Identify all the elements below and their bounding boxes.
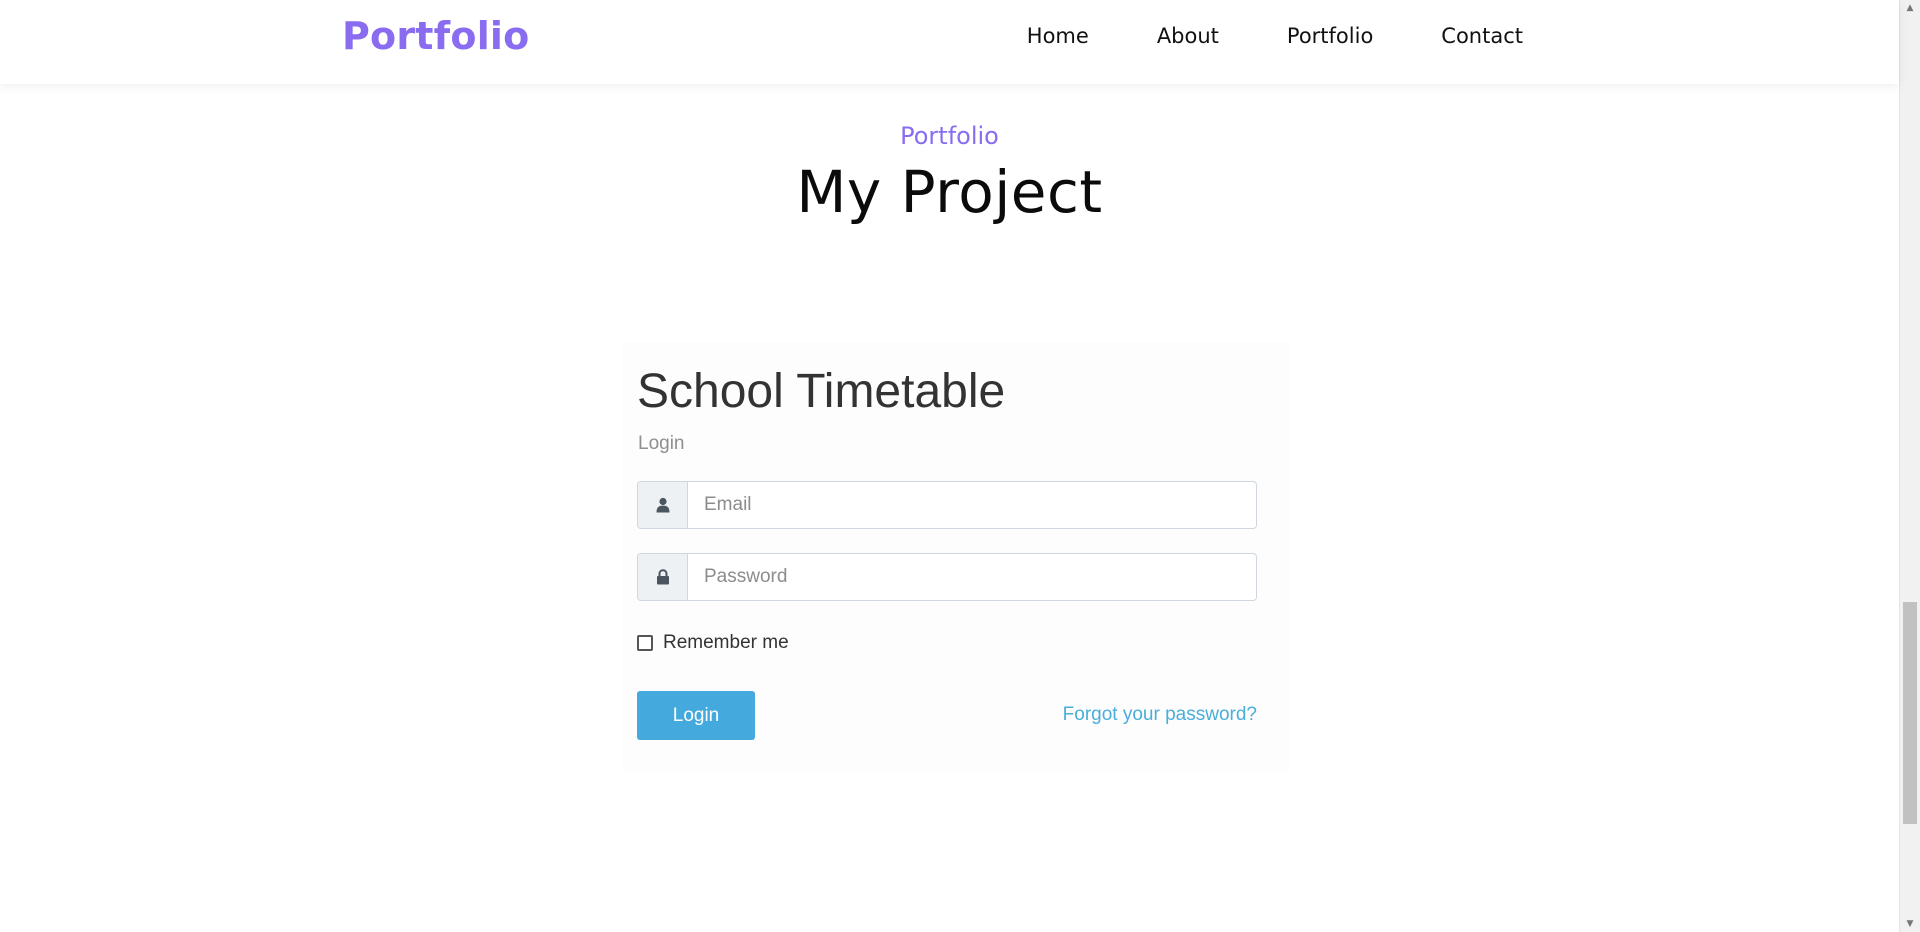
preview-login-subtitle: Login xyxy=(638,433,685,454)
page-scrollbar[interactable]: ▲ ▼ xyxy=(1899,0,1920,932)
preview-app-title: School Timetable xyxy=(637,365,1006,418)
nav-link-home[interactable]: Home xyxy=(1027,24,1089,48)
project-preview-image[interactable]: School Timetable Login Remember m xyxy=(622,342,1290,772)
lock-icon xyxy=(638,554,688,600)
user-icon xyxy=(638,482,688,528)
password-input-group xyxy=(637,553,1257,601)
main-nav: Home About Portfolio Contact xyxy=(1027,24,1523,48)
remember-me-checkbox[interactable] xyxy=(637,635,653,651)
email-input-group xyxy=(637,481,1257,529)
scroll-thumb[interactable] xyxy=(1903,602,1917,824)
forgot-password-link[interactable]: Forgot your password? xyxy=(1063,704,1257,726)
nav-link-about[interactable]: About xyxy=(1157,24,1219,48)
scroll-down-icon[interactable]: ▼ xyxy=(1900,918,1920,930)
password-field[interactable] xyxy=(688,554,1256,600)
nav-link-portfolio[interactable]: Portfolio xyxy=(1287,24,1373,48)
brand-logo[interactable]: Portfolio xyxy=(342,14,529,58)
page: Portfolio Home About Portfolio Contact P… xyxy=(0,0,1920,932)
remember-me-option[interactable]: Remember me xyxy=(637,632,789,654)
email-field[interactable] xyxy=(688,482,1256,528)
remember-me-label: Remember me xyxy=(663,632,789,653)
section-eyebrow: Portfolio xyxy=(900,122,999,150)
section-title: My Project xyxy=(796,158,1103,226)
navbar: Portfolio Home About Portfolio Contact xyxy=(0,0,1899,84)
scroll-up-icon[interactable]: ▲ xyxy=(1900,2,1920,14)
login-button[interactable]: Login xyxy=(637,691,755,740)
nav-link-contact[interactable]: Contact xyxy=(1441,24,1523,48)
